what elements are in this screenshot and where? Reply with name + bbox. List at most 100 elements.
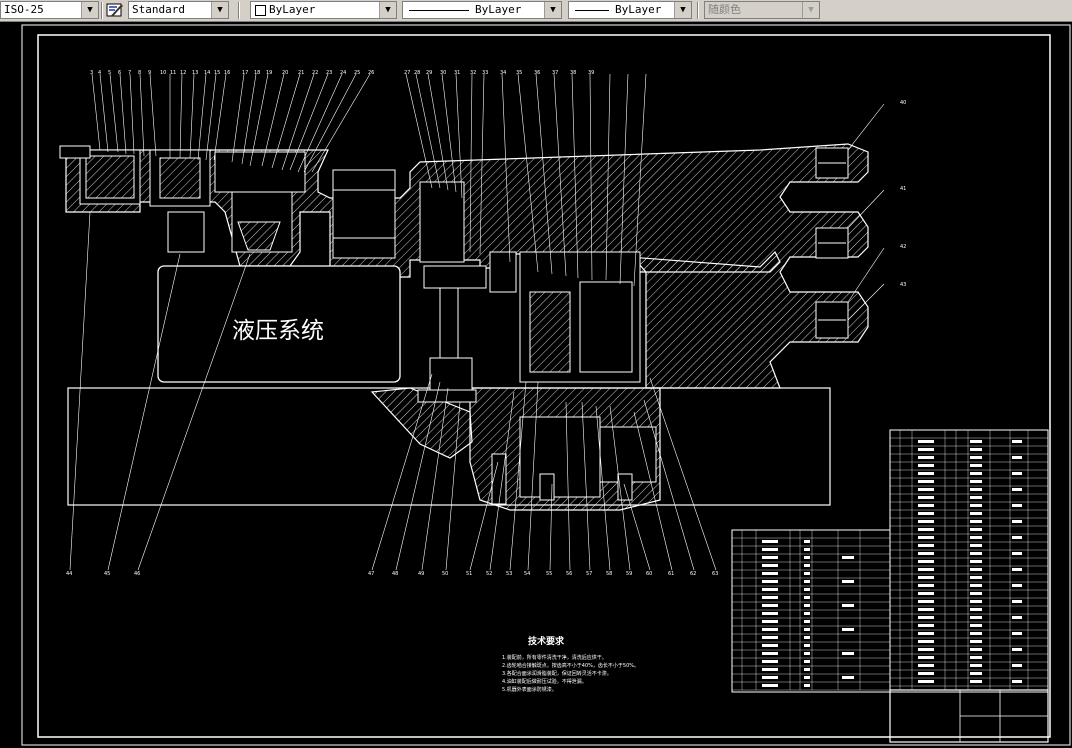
callout-number: 52 [486, 571, 492, 577]
callout-number: 54 [524, 571, 530, 577]
callout-number: 3 [90, 70, 93, 76]
callout-number: 60 [646, 571, 652, 577]
linetype-sample [409, 10, 469, 11]
color-swatch-icon [255, 5, 266, 16]
callout-number: 47 [368, 571, 374, 577]
callout-number: 27 [404, 70, 410, 76]
callout-number: 30 [440, 70, 446, 76]
callout-number: 28 [414, 70, 420, 76]
callout-number: 17 [242, 70, 248, 76]
callout-number: 37 [552, 70, 558, 76]
callout-number: 23 [326, 70, 332, 76]
right-callout-numbers: 40 41 42 43 [900, 100, 906, 288]
callout-number: 35 [516, 70, 522, 76]
callout-number: 58 [606, 571, 612, 577]
chevron-down-icon[interactable]: ▼ [674, 2, 691, 18]
hydraulic-system-label: 液压系统 [232, 318, 324, 344]
lineweight-sample [575, 10, 609, 11]
tech-requirement-line: 2.齿轮啮合接触斑点，按齿高不小于40%，齿长不小于50%。 [502, 662, 639, 669]
linetype-value: ByLayer [475, 3, 522, 16]
toolbar-separator [697, 2, 699, 19]
callout-number: 11 [170, 70, 176, 76]
callout-number: 14 [204, 70, 210, 76]
textstyle-dropdown[interactable]: Standard ▼ [128, 1, 229, 19]
callout-number: 29 [426, 70, 432, 76]
callout-number: 39 [588, 70, 594, 76]
callout-number: 57 [586, 571, 592, 577]
callout-number: 16 [224, 70, 230, 76]
callout-number: 22 [312, 70, 318, 76]
callout-number: 38 [570, 70, 576, 76]
callout-number: 6 [118, 70, 121, 76]
callout-number: 56 [566, 571, 572, 577]
callout-number: 62 [690, 571, 696, 577]
tech-requirement-line: 4.油缸装配后做耐压试验，不得泄漏。 [502, 678, 587, 685]
callout-number: 41 [900, 186, 906, 192]
textstyle-value: Standard [132, 3, 185, 16]
callout-number: 46 [134, 571, 140, 577]
callout-number: 49 [418, 571, 424, 577]
lineweight-dropdown[interactable]: ByLayer ▼ [568, 1, 692, 19]
dimstyle-value: ISO-25 [4, 3, 44, 16]
chevron-down-icon[interactable]: ▼ [81, 2, 98, 18]
callout-number: 53 [506, 571, 512, 577]
tech-requirement-line: 1.装配前，所有零件清洗干净，清洗后应烘干。 [502, 654, 607, 661]
linetype-dropdown[interactable]: ByLayer ▼ [402, 1, 562, 19]
callout-number: 32 [470, 70, 476, 76]
drawing-canvas[interactable]: 液压系统 3 4 5 6 7 8 9 10 11 12 13 14 15 16 … [0, 22, 1072, 748]
callout-number: 20 [282, 70, 288, 76]
chevron-down-icon[interactable]: ▼ [379, 2, 396, 18]
layer-dropdown[interactable]: ByLayer ▼ [250, 1, 397, 19]
callout-number: 36 [534, 70, 540, 76]
callout-number: 55 [546, 571, 552, 577]
callout-number: 5 [108, 70, 111, 76]
callout-number: 18 [254, 70, 260, 76]
hydraulic-box: 液压系统 [157, 265, 401, 383]
callout-number: 26 [368, 70, 374, 76]
tech-requirement-line: 3.各配合面涂润滑脂装配，保证回转灵活不卡滞。 [502, 670, 612, 677]
callout-number: 40 [900, 100, 906, 106]
callout-number: 34 [500, 70, 506, 76]
callout-number: 7 [128, 70, 131, 76]
lineweight-value: ByLayer [615, 3, 662, 16]
chevron-down-icon[interactable]: ▼ [544, 2, 561, 18]
tech-requirements-title: 技术要求 [528, 635, 565, 647]
callout-number: 63 [712, 571, 718, 577]
chevron-down-icon[interactable]: ▼ [211, 2, 228, 18]
color-dropdown[interactable]: 随颜色 ▼ [704, 1, 820, 19]
parts-list-table [731, 429, 1049, 743]
callout-number: 33 [482, 70, 488, 76]
bottom-callout-numbers: 44 45 46 47 48 49 50 51 52 53 54 55 56 57 58 59 60 61 62 63 [66, 571, 718, 577]
text-style-icon[interactable] [106, 2, 124, 19]
callout-number: 59 [626, 571, 632, 577]
callout-number: 24 [340, 70, 346, 76]
callout-number: 31 [454, 70, 460, 76]
callout-number: 61 [668, 571, 674, 577]
toolbar-separator [238, 2, 240, 19]
callout-number: 10 [160, 70, 166, 76]
callout-number: 21 [298, 70, 304, 76]
layer-value: ByLayer [269, 3, 316, 16]
callout-number: 4 [98, 70, 101, 76]
callout-number: 8 [138, 70, 141, 76]
callout-number: 43 [900, 282, 906, 288]
callout-number: 15 [214, 70, 220, 76]
tech-requirements: 技术要求 1.装配前，所有零件清洗干净，清洗后应烘干。 2.齿轮啮合接触斑点，按… [502, 635, 639, 693]
color-value: 随颜色 [708, 3, 741, 16]
callout-number: 9 [148, 70, 151, 76]
callout-number: 51 [466, 571, 472, 577]
callout-number: 19 [266, 70, 272, 76]
callout-number: 50 [442, 571, 448, 577]
callout-number: 48 [392, 571, 398, 577]
chevron-down-icon[interactable]: ▼ [802, 2, 819, 18]
callout-number: 44 [66, 571, 72, 577]
tech-requirement-line: 5.机器外表面涂防锈漆。 [502, 686, 557, 693]
callout-number: 42 [900, 244, 906, 250]
top-callout-numbers: 3 4 5 6 7 8 9 10 11 12 13 14 15 16 17 18 19 20 21 22 23 24 25 2… [90, 70, 594, 76]
properties-toolbar: ISO-25 ▼ Standard ▼ ByLayer ▼ ByLayer ▼ … [0, 0, 1072, 22]
dimstyle-dropdown[interactable]: ISO-25 ▼ [0, 1, 99, 19]
callout-number: 45 [104, 571, 110, 577]
callout-number: 13 [192, 70, 198, 76]
toolbar-separator [101, 2, 103, 19]
callout-number: 25 [354, 70, 360, 76]
